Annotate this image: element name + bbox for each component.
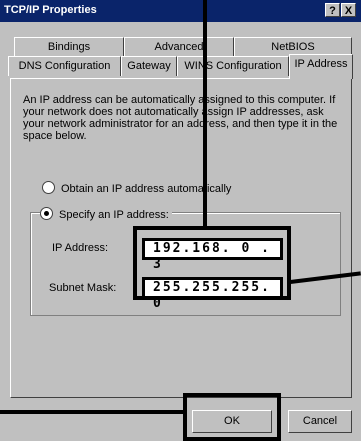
subnet-mask-input[interactable]: 255.255.255. 0 [142,277,283,311]
specify-ip-option[interactable]: Specify an IP address: [40,207,172,221]
subnet-mask-label: Subnet Mask: [49,282,117,294]
window-title: TCP/IP Properties [4,4,97,16]
ok-button[interactable]: OK [192,410,272,433]
tcpip-properties-dialog: TCP/IP Properties ? X Bindings Advanced … [0,0,361,441]
tab-ip-address[interactable]: IP Address [289,54,353,79]
radio-obtain-auto[interactable] [42,181,55,194]
cancel-button[interactable]: Cancel [288,410,352,433]
ip-address-label: IP Address: [52,242,109,254]
tab-gateway[interactable]: Gateway [121,56,177,76]
title-bar[interactable]: TCP/IP Properties ? X [0,0,361,22]
specify-ip-label: Specify an IP address: [59,209,169,221]
tab-dns-configuration[interactable]: DNS Configuration [8,56,121,76]
ip-address-input[interactable]: 192.168. 0 . 3 [142,238,283,272]
tab-advanced[interactable]: Advanced [124,37,234,56]
callout-line-left [0,410,185,414]
help-button[interactable]: ? [325,3,340,17]
radio-specify-ip[interactable] [40,207,53,220]
tab-bindings[interactable]: Bindings [14,37,124,56]
description-text: An IP address can be automatically assig… [23,94,338,142]
tab-wins-configuration[interactable]: WINS Configuration [177,56,289,76]
callout-line-top [203,0,207,228]
close-button[interactable]: X [341,3,356,17]
